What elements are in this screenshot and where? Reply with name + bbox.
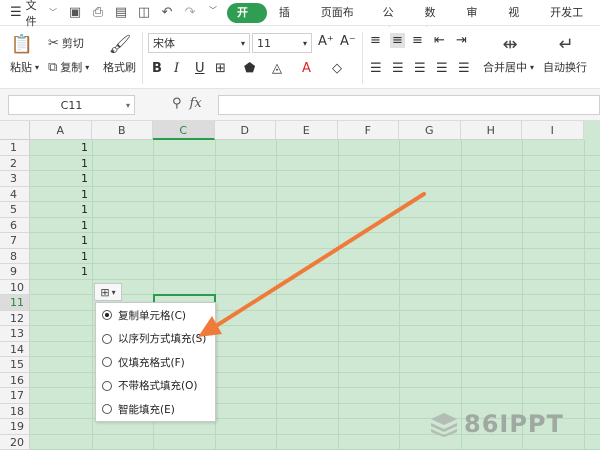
annotation-arrow (198, 192, 426, 337)
watermark: 86IPPT (430, 410, 564, 438)
arrow-line (206, 192, 426, 333)
watermark-logo (431, 413, 457, 437)
watermark-text: 86IPPT (464, 410, 564, 438)
